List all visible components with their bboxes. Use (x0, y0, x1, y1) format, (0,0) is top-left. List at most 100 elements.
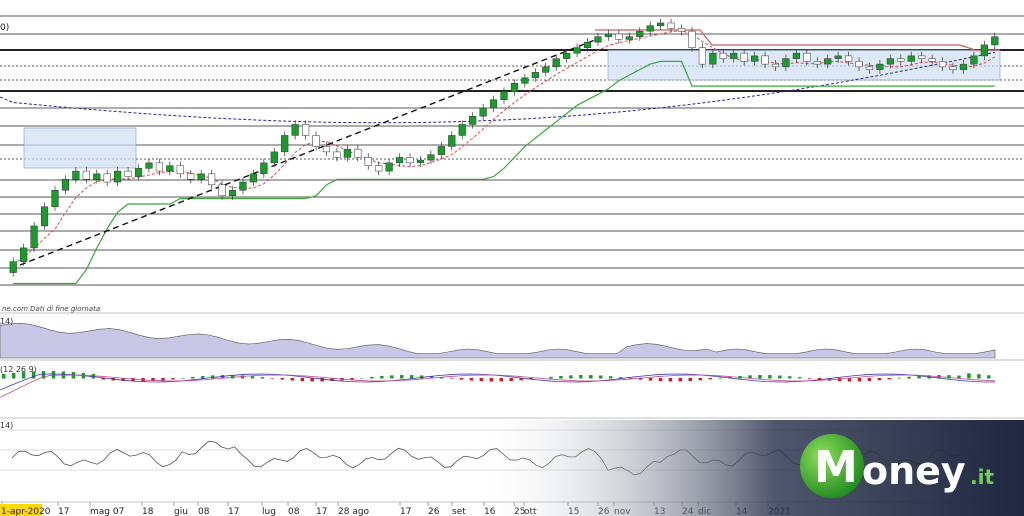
candle (427, 150, 435, 165)
candle (458, 120, 466, 140)
candle-body (991, 36, 999, 46)
candle-body (625, 36, 633, 40)
candle (594, 32, 602, 47)
macd-histogram-bar (310, 378, 314, 382)
candle-body (51, 190, 59, 207)
x-tick-label: 18 (142, 507, 154, 516)
macd-histogram-bar (171, 378, 175, 380)
candle (364, 153, 372, 170)
candle-body (479, 107, 487, 117)
candle (500, 87, 508, 104)
price-chart: 0) ne.com Dati di fine giornata 14) (12 26 … (0, 0, 1024, 516)
candle (103, 169, 111, 187)
candle (239, 177, 247, 195)
candle (395, 153, 404, 167)
x-tick-label: mag 07 (90, 507, 124, 516)
macd-histogram-bar (380, 375, 384, 379)
candle (9, 257, 17, 277)
macd-histogram-bar (390, 375, 394, 379)
candle-body (709, 52, 717, 65)
candle (40, 202, 49, 231)
oscillator-panel-label: 14) (0, 421, 13, 430)
macd-histogram-bar (409, 375, 414, 379)
candle-body (395, 157, 404, 164)
price-panel-label: 0) (0, 23, 9, 33)
macd-signal-line (0, 374, 996, 398)
macd-histogram-bar (280, 378, 285, 380)
candle (552, 54, 560, 71)
candle-body (375, 165, 383, 172)
candle-body (427, 154, 435, 161)
candle (646, 21, 654, 36)
macd-histogram-bar (290, 378, 295, 381)
macd-histogram-bar (559, 375, 563, 379)
candle (72, 166, 80, 184)
candle-body (489, 99, 498, 109)
candle-body (542, 66, 550, 73)
macd-histogram-bar (867, 378, 872, 381)
macd-histogram-bar (887, 378, 892, 380)
macd-histogram-bar (469, 378, 474, 381)
macd-histogram-bar (688, 378, 693, 381)
candle-body (343, 148, 351, 158)
candle-body (218, 184, 226, 197)
macd-histogram-bar (658, 378, 663, 382)
candle-body (604, 33, 613, 37)
candle (563, 49, 571, 63)
candle-body (239, 181, 247, 191)
candle-body (82, 170, 90, 180)
candle-body (458, 124, 466, 136)
candle-body (824, 58, 832, 65)
candle-body (657, 22, 665, 26)
macd-histogram-bar (320, 378, 324, 382)
candle (281, 131, 289, 156)
macd-histogram-bar (2, 374, 6, 379)
macd-panel-label: (12 26 9) (0, 365, 37, 374)
macd-histogram-bar (668, 378, 673, 382)
candle-body (124, 170, 132, 177)
macd-histogram-bar (579, 375, 583, 379)
candle-body (782, 58, 790, 68)
candle-body (740, 52, 748, 62)
macd-histogram-bar (549, 376, 553, 379)
x-tick-label: 08 (288, 507, 300, 516)
candle (615, 29, 623, 44)
candle-body (40, 206, 49, 227)
resistance-step-line (595, 29, 1000, 51)
macd-histogram-bar (698, 378, 702, 381)
candle (176, 161, 184, 178)
candle-body (761, 55, 769, 65)
candle (406, 153, 414, 167)
candle-body (270, 151, 278, 164)
candle-body (385, 162, 393, 172)
candle-body (719, 52, 727, 59)
candle-body (448, 135, 456, 147)
macd-histogram-bar (807, 378, 812, 379)
macd-histogram-bar (897, 377, 901, 379)
candle-body (469, 115, 477, 125)
macd-histogram-bar (360, 377, 364, 379)
macd-histogram-bar (489, 378, 494, 382)
candle-body (166, 165, 174, 172)
candle-body (771, 63, 780, 68)
candle-body (949, 66, 957, 70)
candle (657, 18, 665, 30)
macd-histogram-bar (599, 375, 603, 379)
macd-histogram-bar (857, 378, 862, 382)
candle (145, 158, 153, 173)
candle-body (260, 162, 268, 175)
macd-histogram-bar (250, 376, 255, 379)
candle-body (30, 225, 38, 249)
candle (30, 221, 38, 252)
candle-body (322, 146, 331, 153)
candle-body (302, 124, 310, 136)
candle (228, 186, 237, 200)
candle (187, 169, 195, 184)
macd-histogram-bar (967, 373, 971, 379)
x-tick-label: set (452, 507, 466, 516)
candle (260, 158, 268, 178)
candle-body (72, 170, 80, 180)
macd-histogram-bar (51, 371, 56, 379)
candle-body (636, 30, 644, 37)
candle-body (9, 261, 17, 273)
